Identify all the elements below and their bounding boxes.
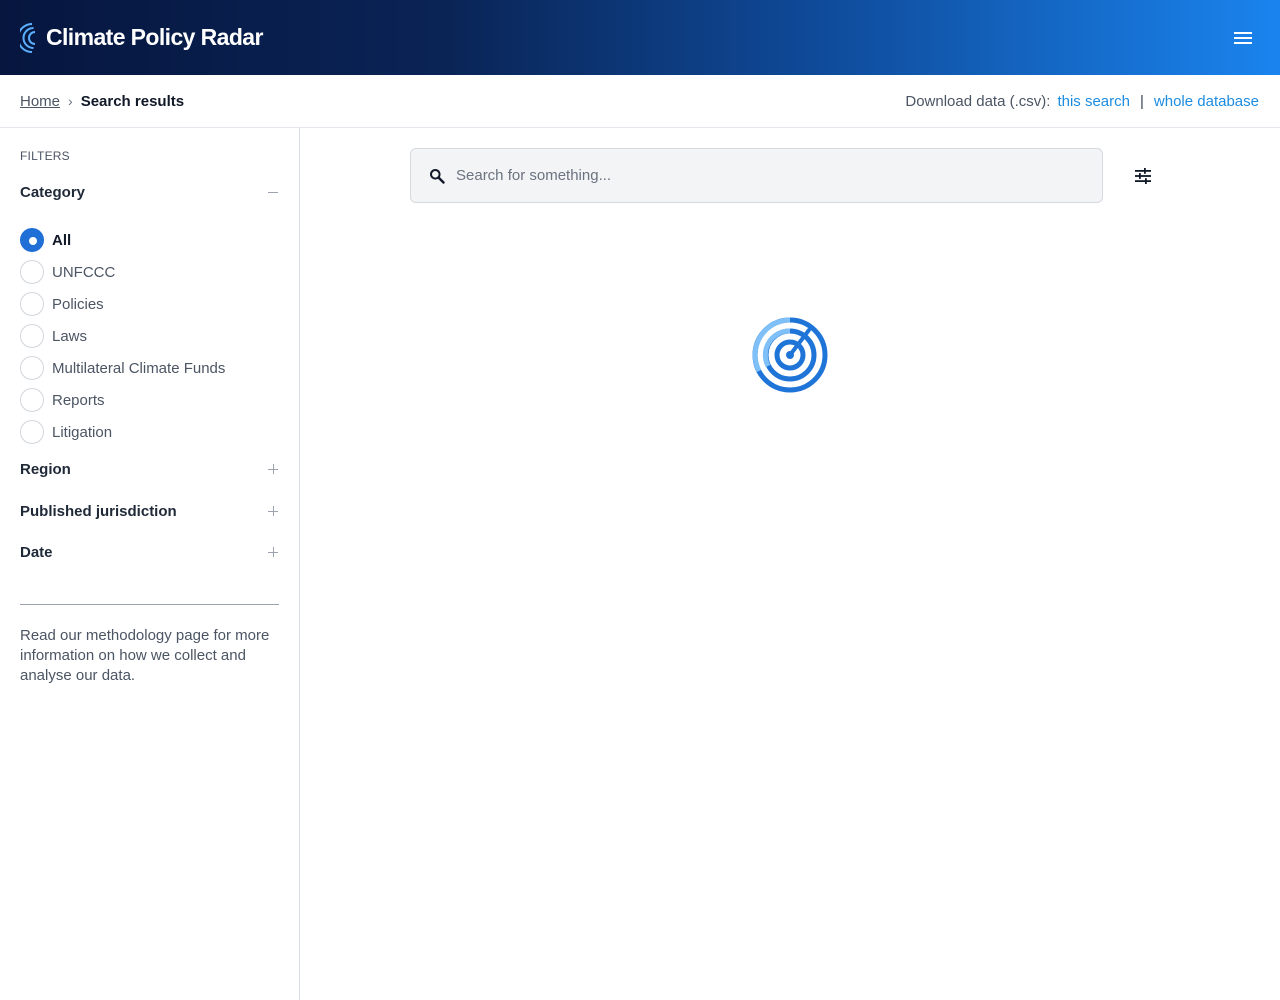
jurisdiction-filter-toggle[interactable]: Published jurisdiction <box>20 503 280 520</box>
filters-sidebar: FILTERS Category All UNFCCC Policies Laws Mu… <box>0 128 300 1000</box>
category-option-label: Policies <box>52 295 104 313</box>
expand-plus-icon <box>266 546 280 560</box>
expand-plus-icon <box>266 505 280 519</box>
radio-button[interactable] <box>20 420 44 444</box>
breadcrumb-separator: › <box>68 93 73 109</box>
search-bar[interactable] <box>410 148 1103 203</box>
expand-plus-icon <box>266 463 280 477</box>
breadcrumb-home-link[interactable]: Home <box>20 93 60 110</box>
category-option[interactable]: All <box>20 224 280 256</box>
date-filter-toggle[interactable]: Date <box>20 544 280 561</box>
date-filter-label: Date <box>20 544 53 561</box>
radio-button[interactable] <box>20 292 44 316</box>
category-option-label: UNFCCC <box>52 263 116 281</box>
radio-button[interactable] <box>20 324 44 348</box>
radio-button[interactable] <box>20 388 44 412</box>
sliders-icon <box>1135 168 1151 184</box>
category-filter-label: Category <box>20 184 86 201</box>
category-option[interactable]: Reports <box>20 384 280 416</box>
download-separator: | <box>1140 92 1144 110</box>
category-option[interactable]: Litigation <box>20 416 280 448</box>
download-data: Download data (.csv): this search | whol… <box>905 93 1259 110</box>
jurisdiction-filter-label: Published jurisdiction <box>20 503 177 520</box>
radio-button[interactable] <box>20 356 44 380</box>
download-label: Download data (.csv): <box>905 92 1051 110</box>
category-option[interactable]: UNFCCC <box>20 256 280 288</box>
download-whole-database-link[interactable]: whole database <box>1154 93 1259 110</box>
category-option[interactable]: Multilateral Climate Funds <box>20 352 280 384</box>
logo-mark-icon <box>20 22 40 54</box>
search-icon[interactable] <box>427 166 447 186</box>
collapse-minus-icon <box>266 186 280 200</box>
search-settings-button[interactable] <box>1130 163 1156 189</box>
filters-heading: FILTERS <box>20 149 70 163</box>
category-option-label: All <box>52 231 72 249</box>
category-option[interactable]: Laws <box>20 320 280 352</box>
breadcrumb: Home › Search results <box>20 93 184 110</box>
category-option-label: Reports <box>52 391 105 409</box>
radar-loading-icon <box>751 316 829 394</box>
search-results-main <box>300 128 1280 1000</box>
logo[interactable]: Climate Policy Radar <box>20 22 263 54</box>
category-filter-toggle[interactable]: Category <box>20 184 280 201</box>
menu-button[interactable] <box>1229 24 1257 52</box>
hamburger-menu-icon <box>1234 31 1252 44</box>
breadcrumb-current: Search results <box>80 92 185 110</box>
category-options: All UNFCCC Policies Laws Multilateral Climat… <box>20 224 280 448</box>
region-filter-label: Region <box>20 461 71 478</box>
category-option[interactable]: Policies <box>20 288 280 320</box>
category-option-label: Litigation <box>52 423 113 441</box>
region-filter-toggle[interactable]: Region <box>20 461 280 478</box>
logo-text: Climate Policy Radar <box>46 24 263 50</box>
site-header: Climate Policy Radar <box>0 0 1280 75</box>
methodology-note: Read our methodology page for more infor… <box>20 627 270 684</box>
category-option-label: Multilateral Climate Funds <box>52 359 226 377</box>
radio-button[interactable] <box>20 260 44 284</box>
category-option-label: Laws <box>52 327 88 345</box>
sidebar-divider <box>20 604 279 605</box>
search-input[interactable] <box>456 160 1076 191</box>
radio-button[interactable] <box>20 228 44 252</box>
sub-navigation-bar: Home › Search results Download data (.cs… <box>0 75 1280 128</box>
download-this-search-link[interactable]: this search <box>1057 93 1130 110</box>
